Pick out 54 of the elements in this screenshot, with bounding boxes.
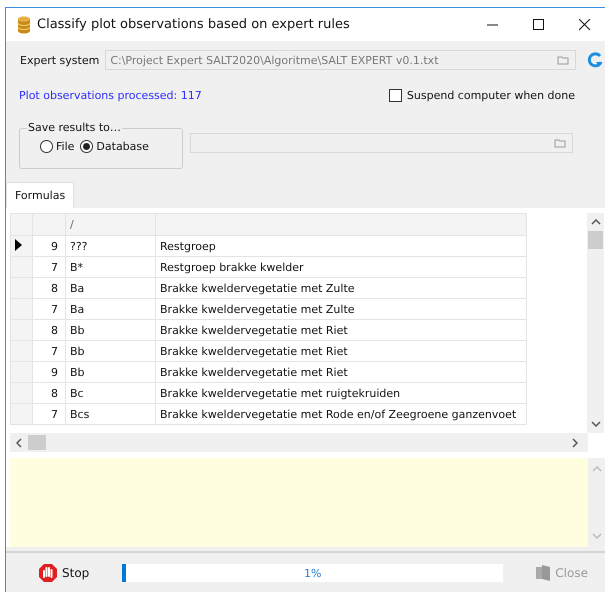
folder-icon[interactable] xyxy=(554,138,566,148)
scroll-left-icon[interactable] xyxy=(16,438,22,448)
scroll-down-icon[interactable] xyxy=(590,421,600,427)
scroll-right-icon[interactable] xyxy=(572,438,578,448)
table-cell: Bb xyxy=(70,344,85,358)
table-cell: Brakke kweldervegetatie met Riet xyxy=(160,366,348,378)
table-cell: 8 xyxy=(51,282,58,294)
table-cell: 9 xyxy=(51,366,58,378)
column-header[interactable]: / xyxy=(70,218,74,231)
scroll-up-icon[interactable] xyxy=(590,219,600,225)
suspend-checkbox[interactable]: Suspend computer when done xyxy=(388,88,575,102)
scroll-thumb[interactable] xyxy=(588,231,603,249)
table-cell: Brakke kweldervegetatie met Riet xyxy=(160,324,348,336)
scroll-thumb[interactable] xyxy=(28,435,46,450)
stop-hand-icon xyxy=(38,563,58,583)
table-cell: ??? xyxy=(70,240,88,252)
table-cell: Restgroep xyxy=(160,240,216,252)
window-title: Classify plot observations based on expert rules xyxy=(37,17,350,32)
status-text: Plot observations processed: 117 xyxy=(19,88,202,102)
table-cell: 8 xyxy=(51,386,58,400)
table-cell: Bb xyxy=(70,366,85,378)
group-title: Save results to… xyxy=(27,121,122,134)
table-cell: 7 xyxy=(51,302,58,316)
table-cell: Brakke kweldervegetatie met Rode en/of Zeegroene ganzenvoet xyxy=(160,408,516,420)
table-cell: Brakke kweldervegetatie met Riet xyxy=(160,344,348,358)
table-cell: B* xyxy=(70,260,84,274)
vertical-scrollbar[interactable] xyxy=(587,213,604,433)
maximize-icon[interactable] xyxy=(533,18,545,30)
table-cell: 7 xyxy=(51,344,58,358)
table-cell: 8 xyxy=(51,324,58,336)
table-cell: Ba xyxy=(70,282,84,294)
table-cell: 9 xyxy=(51,240,58,252)
table-cell: Brakke kweldervegetatie met ruigtekruiden xyxy=(160,386,400,400)
table-cell: Bb xyxy=(70,324,85,336)
radio-option[interactable]: File xyxy=(40,140,74,153)
progress-text: 1% xyxy=(304,566,322,580)
refresh-icon[interactable] xyxy=(586,51,604,69)
door-icon xyxy=(535,564,552,582)
table-cell: Bc xyxy=(70,386,84,400)
close-icon[interactable] xyxy=(579,18,591,30)
row-pointer-icon xyxy=(15,238,22,250)
table-cell: Restgroep brakke kwelder xyxy=(160,260,304,274)
table-cell: Ba xyxy=(70,302,84,316)
table-cell: Brakke kweldervegetatie met Zulte xyxy=(160,282,355,294)
horizontal-scrollbar[interactable] xyxy=(10,433,588,452)
table-cell: Brakke kweldervegetatie met Zulte xyxy=(160,302,355,316)
database-icon xyxy=(17,16,31,34)
radio-option[interactable]: Database xyxy=(80,140,149,153)
output-field[interactable] xyxy=(190,133,573,153)
field-label: Expert system xyxy=(20,54,100,66)
table-cell: Bcs xyxy=(70,408,90,420)
table-cell: 7 xyxy=(51,408,58,420)
tab[interactable]: Formulas xyxy=(6,182,74,208)
table-cell: 7 xyxy=(51,260,58,274)
